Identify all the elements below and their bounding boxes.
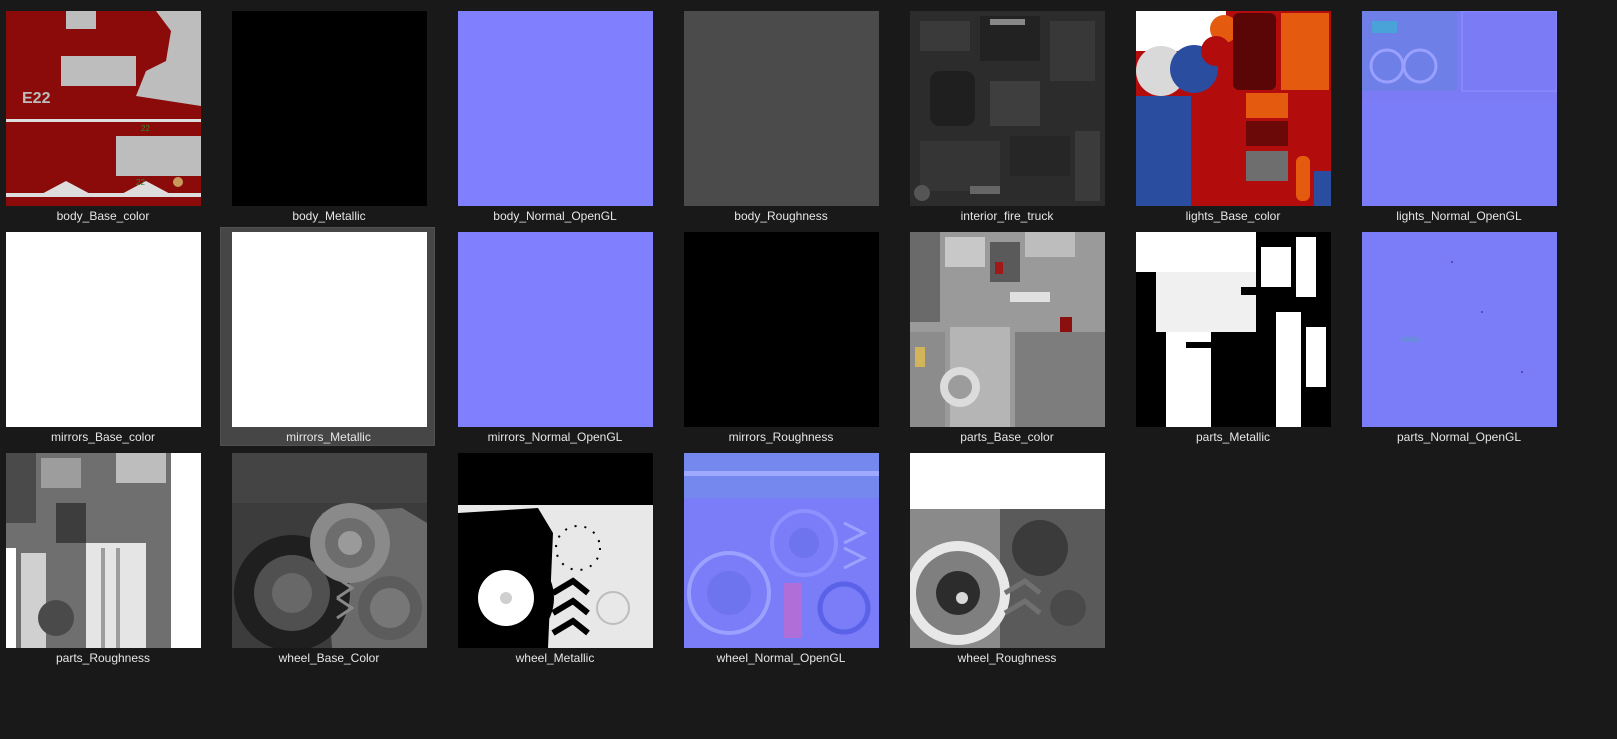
thumbnail [458,453,653,648]
file-tile[interactable]: wheel_Metallic [445,442,665,667]
file-name: parts_Roughness [55,651,151,665]
texture-thumbnail-parts-color [910,232,1105,427]
texture-thumbnail-gray [684,11,879,206]
thumbnail [1362,11,1557,206]
file-name: parts_Metallic [1195,430,1271,444]
texture-thumbnail-wheel-roughness [910,453,1105,648]
thumbnail [232,11,427,206]
thumbnail [1136,232,1331,427]
file-tile[interactable]: body_Metallic [219,0,439,225]
file-tile[interactable]: lights_Normal_OpenGL [1349,0,1569,225]
file-name: body_Metallic [292,209,366,223]
texture-thumbnail-flat-normal [458,11,653,206]
texture-thumbnail-parts-roughness [6,453,201,648]
file-tile[interactable]: body_Normal_OpenGL [445,0,665,225]
texture-thumbnail-lights-normal [1362,11,1557,206]
thumbnail [684,453,879,648]
thumbnail [910,11,1105,206]
texture-thumbnail-parts-normal [1362,232,1557,427]
file-name: wheel_Base_Color [278,651,380,665]
thumbnail [684,232,879,427]
thumbnail [684,11,879,206]
file-tile[interactable]: wheel_Normal_OpenGL [671,442,891,667]
file-tile[interactable]: parts_Base_color [897,221,1117,446]
texture-thumbnail-black [684,232,879,427]
texture-thumbnail-white [6,232,201,427]
thumbnail [1362,232,1557,427]
thumbnail: E23 E22 22 22 [6,11,201,206]
file-tile-selected[interactable]: mirrors_Metallic [220,227,435,446]
texture-thumbnail-white [232,232,427,427]
thumbnail [458,11,653,206]
svg-text:E23: E23 [22,23,52,42]
thumbnail [6,232,201,427]
file-tile[interactable]: parts_Normal_OpenGL [1349,221,1569,446]
thumbnail [910,232,1105,427]
file-tile[interactable]: interior_fire_truck [897,0,1117,225]
texture-thumbnail-wheel-normal [684,453,879,648]
file-tile[interactable]: parts_Metallic [1123,221,1343,446]
thumbnail [232,232,427,427]
texture-thumbnail-dark-interior [910,11,1105,206]
file-tile[interactable]: E23 E22 22 22 body_Base_color [0,0,213,225]
svg-text:22: 22 [136,178,145,187]
file-name: wheel_Metallic [515,651,595,665]
file-name: parts_Normal_OpenGL [1396,430,1522,444]
file-tile[interactable]: lights_Base_color [1123,0,1343,225]
file-grid: E23 E22 22 22 body_Base_color body_Metal… [0,0,1617,739]
texture-thumbnail-flat-normal [458,232,653,427]
texture-thumbnail-parts-metallic [1136,232,1331,427]
file-tile[interactable]: parts_Roughness [0,442,213,667]
file-tile[interactable]: mirrors_Base_color [0,221,213,446]
file-tile[interactable]: mirrors_Normal_OpenGL [445,221,665,446]
svg-text:22: 22 [141,124,150,133]
svg-text:E22: E22 [22,90,51,107]
thumbnail [458,232,653,427]
file-name: wheel_Roughness [957,651,1057,665]
file-name: wheel_Normal_OpenGL [716,651,846,665]
texture-thumbnail-wheel-metallic [458,453,653,648]
file-tile[interactable]: mirrors_Roughness [671,221,891,446]
texture-thumbnail-red-body: E23 E22 22 22 [6,11,201,206]
thumbnail [1136,11,1331,206]
file-tile[interactable]: wheel_Base_Color [219,442,439,667]
thumbnail [910,453,1105,648]
texture-thumbnail-black [232,11,427,206]
texture-thumbnail-wheel-color [232,453,427,648]
texture-thumbnail-lights-color [1136,11,1331,206]
thumbnail [6,453,201,648]
thumbnail [232,453,427,648]
file-tile[interactable]: wheel_Roughness [897,442,1117,667]
file-tile[interactable]: body_Roughness [671,0,891,225]
